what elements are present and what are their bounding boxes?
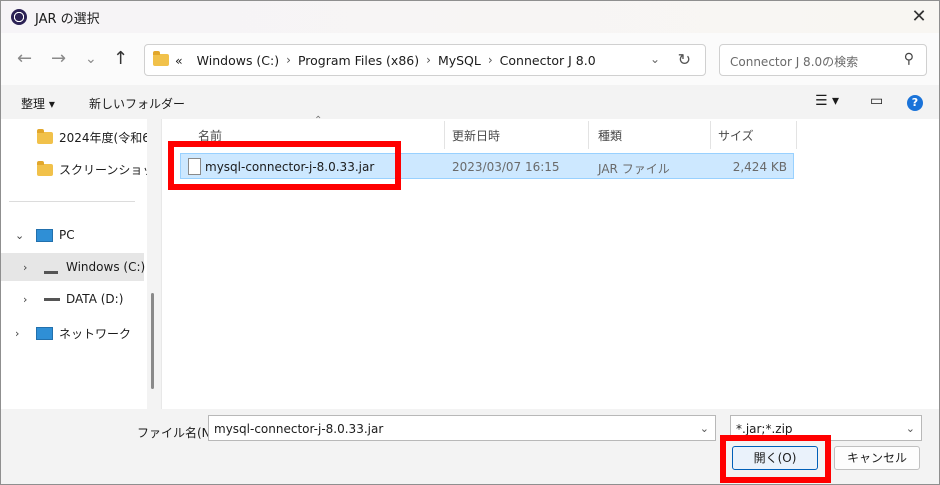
file-list: ⌃ 名前 更新日時 種類 サイズ mysql-connector-j-8.0.3… xyxy=(162,115,939,409)
file-size: 2,424 KB xyxy=(732,160,787,174)
window-title: JAR の選択 xyxy=(35,11,100,27)
breadcrumb-separator-icon: › xyxy=(426,53,431,67)
search-placeholder: Connector J 8.0の検索 xyxy=(730,55,859,69)
filename-value: mysql-connector-j-8.0.33.jar xyxy=(214,422,384,436)
sidebar-scrollbar[interactable] xyxy=(151,293,154,389)
organize-button[interactable]: 整理 ▾ xyxy=(21,95,55,112)
column-divider[interactable] xyxy=(588,121,589,149)
network-icon xyxy=(36,327,53,340)
breadcrumb-mysql[interactable]: MySQL xyxy=(438,53,481,68)
column-header-name[interactable]: 名前 xyxy=(198,127,222,144)
sidebar-item-label: Windows (C:) xyxy=(66,260,146,274)
folder-icon xyxy=(37,129,53,144)
cancel-button[interactable]: キャンセル xyxy=(834,446,920,470)
recent-locations-icon[interactable]: ⌄ xyxy=(85,49,97,69)
file-icon xyxy=(188,158,201,175)
navigation-pane: 2024年度(令和6 スクリーンショット ⌄ PC › Windows (C:)… xyxy=(1,119,147,409)
title-bar: JAR の選択 ✕ xyxy=(1,1,939,33)
new-folder-button[interactable]: 新しいフォルダー xyxy=(89,95,185,112)
column-header-size[interactable]: サイズ xyxy=(718,127,754,144)
chevron-down-icon[interactable]: ⌄ xyxy=(15,229,24,242)
forward-arrow-icon[interactable]: → xyxy=(51,49,66,69)
sidebar-item-label: ネットワーク xyxy=(59,326,132,341)
search-box[interactable]: Connector J 8.0の検索 ⚲ xyxy=(719,44,927,76)
help-icon[interactable]: ? xyxy=(907,95,923,111)
column-divider[interactable] xyxy=(796,121,797,149)
column-divider[interactable] xyxy=(444,121,445,149)
address-bar[interactable]: « Windows (C:) › Program Files (x86) › M… xyxy=(144,44,706,76)
breadcrumb-connector-j[interactable]: Connector J 8.0 xyxy=(500,53,596,68)
up-arrow-icon[interactable]: ↑ xyxy=(113,49,128,69)
address-dropdown-icon[interactable]: ⌄ xyxy=(650,52,660,66)
chevron-right-icon[interactable]: › xyxy=(23,293,27,306)
view-options-icon[interactable]: ☰ ▾ xyxy=(815,93,839,109)
drive-icon xyxy=(44,262,58,274)
column-header-type[interactable]: 種類 xyxy=(598,127,622,144)
folder-icon xyxy=(153,51,169,66)
file-type: JAR ファイル xyxy=(598,162,670,176)
sidebar-item-2024[interactable]: 2024年度(令和6 xyxy=(1,123,147,151)
chevron-right-icon[interactable]: › xyxy=(23,261,27,274)
breadcrumb-program-files[interactable]: Program Files (x86) xyxy=(298,53,419,68)
breadcrumb-windows-c[interactable]: Windows (C:) xyxy=(197,53,279,68)
breadcrumb-separator-icon: › xyxy=(487,53,493,67)
close-button[interactable]: ✕ xyxy=(907,5,931,29)
chevron-down-icon[interactable]: ⌄ xyxy=(700,422,709,435)
pc-icon xyxy=(36,229,53,242)
breadcrumb-overflow[interactable]: « xyxy=(175,53,183,68)
search-icon[interactable]: ⚲ xyxy=(904,51,914,67)
sort-ascending-icon: ⌃ xyxy=(314,115,323,126)
sidebar-item-screenshots[interactable]: スクリーンショット xyxy=(1,155,147,183)
sidebar-item-label: PC xyxy=(59,228,75,242)
folder-icon xyxy=(37,161,53,176)
sidebar-item-network[interactable]: › ネットワーク xyxy=(1,319,144,347)
sidebar-item-windows-c[interactable]: › Windows (C:) xyxy=(1,253,146,281)
sidebar-item-data-d[interactable]: › DATA (D:) xyxy=(1,285,144,313)
dialog-footer: ファイル名(N): mysql-connector-j-8.0.33.jar ⌄… xyxy=(1,409,939,484)
file-name: mysql-connector-j-8.0.33.jar xyxy=(205,160,375,174)
sidebar-divider xyxy=(9,201,135,202)
sidebar-item-pc[interactable]: ⌄ PC xyxy=(1,221,144,249)
file-type-filter[interactable]: *.jar;*.zip ⌄ xyxy=(730,415,922,441)
sidebar-item-label: 2024年度(令和6 xyxy=(59,130,147,145)
column-header-modified[interactable]: 更新日時 xyxy=(452,127,500,144)
column-divider[interactable] xyxy=(710,121,711,149)
chevron-down-icon[interactable]: ⌄ xyxy=(906,422,915,435)
table-row[interactable]: mysql-connector-j-8.0.33.jar 2023/03/07 … xyxy=(180,153,794,179)
open-button[interactable]: 開く(O) xyxy=(732,446,818,470)
filter-value: *.jar;*.zip xyxy=(736,422,793,436)
breadcrumb-separator-icon: › xyxy=(286,53,291,67)
drive-icon xyxy=(44,298,60,301)
file-modified: 2023/03/07 16:15 xyxy=(452,160,560,174)
navigation-bar: ← → ⌄ ↑ « Windows (C:) › Program Files (… xyxy=(1,33,939,85)
eclipse-app-icon xyxy=(11,9,27,25)
file-open-dialog: JAR の選択 ✕ ← → ⌄ ↑ « Windows (C:) › Progr… xyxy=(0,0,940,485)
chevron-right-icon[interactable]: › xyxy=(15,327,19,340)
sidebar-item-label: スクリーンショット xyxy=(59,162,147,177)
command-bar: 整理 ▾ 新しいフォルダー ☰ ▾ ▭ ? xyxy=(1,85,939,119)
refresh-icon[interactable]: ↻ xyxy=(678,50,691,69)
sidebar-item-label: DATA (D:) xyxy=(66,292,124,306)
back-arrow-icon[interactable]: ← xyxy=(17,49,32,69)
preview-pane-icon[interactable]: ▭ xyxy=(870,93,883,109)
filename-input[interactable]: mysql-connector-j-8.0.33.jar ⌄ xyxy=(208,415,716,441)
